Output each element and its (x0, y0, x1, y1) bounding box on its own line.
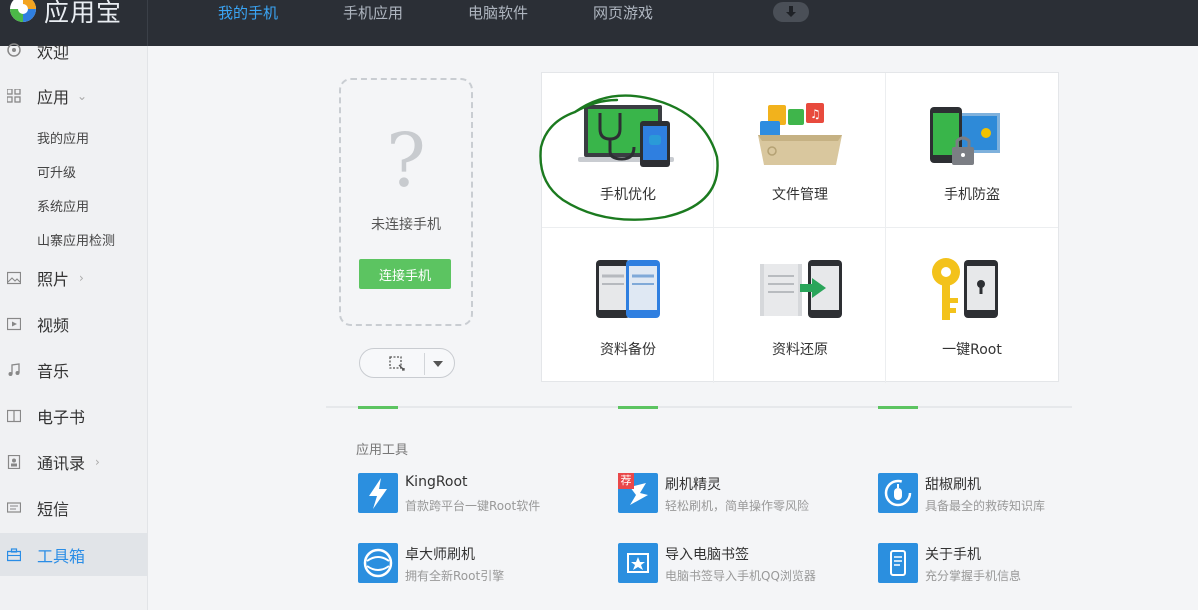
video-icon (7, 317, 21, 331)
sidebar-item-label: 应用 (37, 88, 70, 107)
app-title: 应用宝 (44, 0, 123, 27)
photo-icon (7, 271, 21, 285)
contacts-icon (7, 455, 21, 469)
sidebar-item-welcome[interactable]: 欢迎 (0, 33, 147, 69)
feature-label: 资料还原 (772, 342, 828, 358)
tool-description: 首款跨平台一键Root软件 (405, 499, 541, 513)
book-icon (7, 409, 21, 423)
section-divider (326, 406, 1072, 408)
tab-indicator (618, 406, 658, 409)
nav-tab-web-games[interactable]: 网页游戏 (593, 2, 653, 23)
sidebar-item-videos[interactable]: 视频 (0, 306, 147, 342)
file-manager-icon: ♫ (758, 103, 842, 165)
screenshot-icon[interactable] (388, 355, 408, 373)
phone-info-icon (878, 543, 918, 583)
tool-name: KingRoot (405, 474, 468, 490)
feature-label: 文件管理 (772, 187, 828, 203)
chevron-right-icon: › (79, 271, 84, 285)
toolbox-icon (7, 547, 21, 561)
nav-tab-phone-apps[interactable]: 手机应用 (343, 2, 403, 23)
tool-name: 关于手机 (925, 547, 981, 563)
tool-name: 甜椒刷机 (925, 477, 981, 493)
sidebar-item-label: 音乐 (37, 362, 70, 381)
sidebar-item-label: 工具箱 (37, 546, 86, 566)
connect-phone-button[interactable]: 连接手机 (359, 259, 451, 289)
nav-tab-my-phone[interactable]: 我的手机 (218, 2, 278, 23)
sidebar-item-label: 短信 (37, 500, 70, 519)
backup-icon (596, 260, 660, 318)
sidebar-item-toolbox[interactable]: 工具箱 (0, 533, 147, 576)
tool-name: 导入电脑书签 (665, 547, 749, 563)
globe-icon (358, 543, 398, 583)
recommend-badge: 荐 (618, 473, 634, 489)
sidebar-item-label: 电子书 (37, 408, 86, 427)
tab-indicator (878, 406, 918, 409)
feature-label: 手机防盗 (944, 187, 1000, 203)
tool-description: 具备最全的救砖知识库 (925, 499, 1046, 513)
feature-label: 资料备份 (600, 342, 656, 358)
screenshot-tool-control (359, 348, 455, 378)
unknown-phone-icon: ? (386, 118, 426, 204)
sidebar-subitem-my-apps[interactable]: 我的应用 (37, 128, 89, 147)
sidebar-item-apps[interactable]: 应用 ⌄ (0, 78, 147, 114)
tool-description: 电脑书签导入手机QQ浏览器 (665, 569, 816, 583)
tab-indicator (358, 406, 398, 409)
welcome-icon (7, 43, 21, 57)
grid-icon (7, 89, 21, 103)
phone-connection-card: ? 未连接手机 连接手机 (339, 78, 473, 326)
logo-divider (147, 0, 148, 46)
feature-file-manager[interactable]: ♫ 文件管理 (714, 73, 886, 228)
tool-description: 充分掌握手机信息 (925, 569, 1022, 583)
feature-anti-theft[interactable]: 手机防盗 (886, 73, 1058, 228)
top-bar: 应用宝 我的手机 手机应用 电脑软件 网页游戏 (0, 0, 1198, 46)
tool-name: 卓大师刷机 (405, 547, 475, 563)
sidebar-item-ebooks[interactable]: 电子书 (0, 398, 147, 434)
logo-icon (8, 0, 38, 24)
annotation-circle (539, 94, 719, 221)
tool-zhuo-master[interactable]: 卓大师刷机 拥有全新Root引擎 (358, 543, 598, 585)
sidebar-subitem-fake-app-check[interactable]: 山寨应用检测 (37, 230, 115, 249)
sidebar-item-label: 视频 (37, 316, 70, 335)
tool-description: 轻松刷机，简单操作零风险 (665, 499, 810, 513)
sms-icon (7, 502, 21, 513)
chevron-right-icon: › (95, 455, 100, 469)
phone-status-text: 未连接手机 (371, 217, 441, 233)
sidebar-subitem-upgradable[interactable]: 可升级 (37, 162, 76, 181)
tool-flash-sprite[interactable]: 荐 刷机精灵 轻松刷机，简单操作零风险 (618, 473, 858, 515)
sidebar-subitem-system-apps[interactable]: 系统应用 (37, 196, 89, 215)
feature-backup[interactable]: 资料备份 (542, 228, 714, 383)
feature-one-click-root[interactable]: 一键Root (886, 228, 1058, 383)
nav-tab-pc-software[interactable]: 电脑软件 (468, 2, 528, 23)
sidebar-item-label: 通讯录 (37, 454, 86, 473)
bookmark-icon (618, 543, 658, 583)
tool-description: 拥有全新Root引擎 (405, 569, 505, 583)
sidebar-item-sms[interactable]: 短信 (0, 490, 147, 526)
sidebar-item-music[interactable]: 音乐 (0, 352, 147, 388)
lightning-icon (358, 473, 398, 513)
sidebar-item-label: 欢迎 (37, 43, 70, 62)
download-button[interactable] (773, 2, 809, 22)
pepper-icon (878, 473, 918, 513)
anti-theft-icon (930, 107, 1000, 165)
chevron-down-icon: ⌄ (77, 89, 88, 103)
feature-label: 一键Root (942, 342, 1002, 358)
tool-pepper-flash[interactable]: 甜椒刷机 具备最全的救砖知识库 (878, 473, 1118, 515)
tool-kingroot[interactable]: KingRoot 首款跨平台一键Root软件 (358, 473, 598, 515)
sidebar-item-label: 照片 (37, 270, 70, 289)
restore-icon (760, 260, 842, 318)
music-icon (8, 363, 20, 376)
tool-name: 刷机精灵 (665, 477, 721, 493)
sidebar-item-contacts[interactable]: 通讯录 › (0, 444, 147, 480)
root-key-icon (932, 258, 998, 320)
download-icon (786, 6, 796, 17)
sidebar-item-photos[interactable]: 照片 › (0, 260, 147, 296)
sidebar: 欢迎 应用 ⌄ 我的应用 可升级 系统应用 山寨应用检测 照片 › 视频 音乐 … (0, 43, 148, 610)
svg-text:♫: ♫ (810, 107, 821, 121)
feature-restore[interactable]: 资料还原 (714, 228, 886, 383)
pill-divider (424, 353, 425, 375)
tool-about-phone[interactable]: 关于手机 充分掌握手机信息 (878, 543, 1118, 585)
dropdown-arrow-icon[interactable] (433, 361, 443, 367)
section-title: 应用工具 (356, 443, 409, 458)
tool-import-bookmarks[interactable]: 导入电脑书签 电脑书签导入手机QQ浏览器 (618, 543, 858, 585)
